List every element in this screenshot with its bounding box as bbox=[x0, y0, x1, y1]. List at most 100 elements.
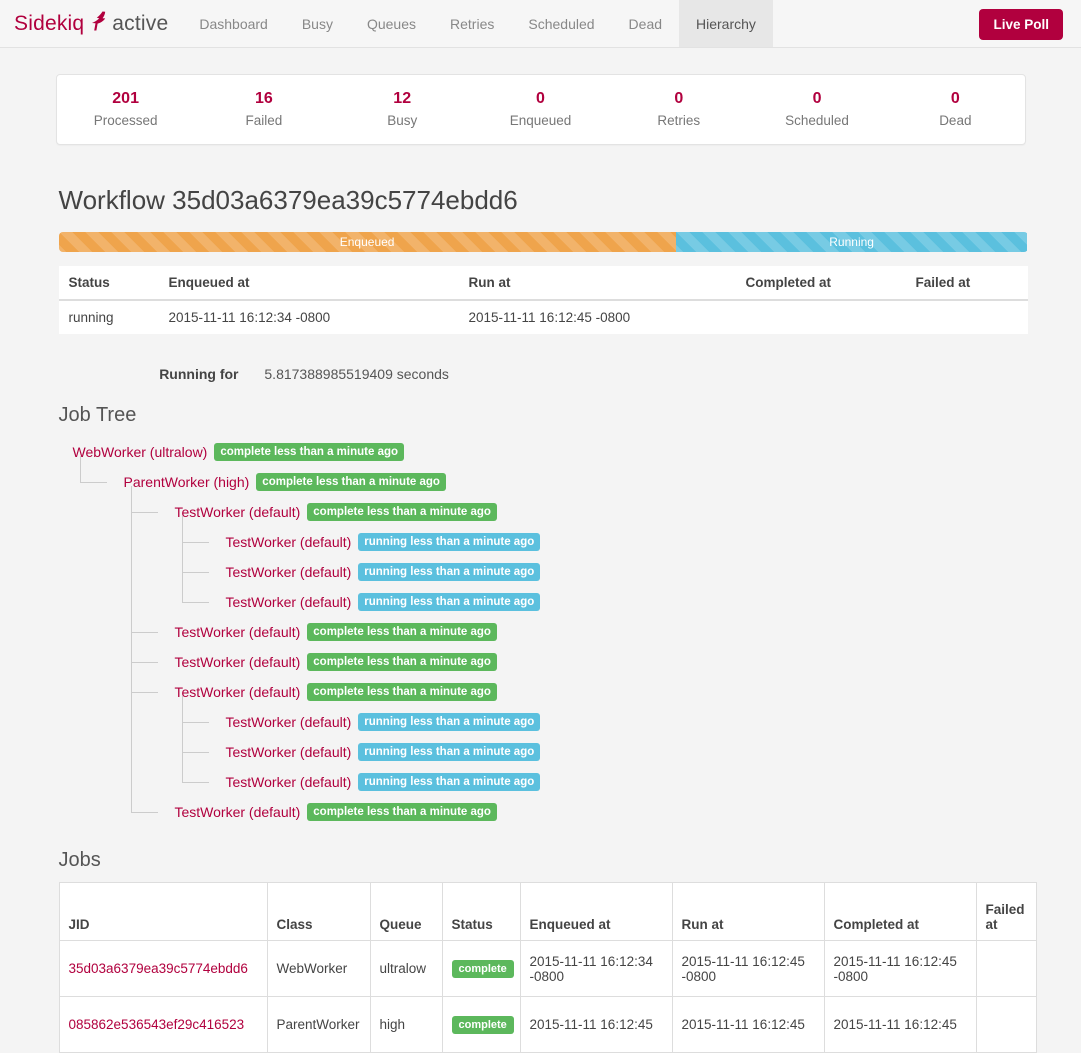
stat-busy[interactable]: 12 Busy bbox=[333, 89, 471, 128]
brand-logo[interactable]: Sidekiq active bbox=[0, 0, 182, 47]
workflow-progress-bar: Enqueued Running bbox=[58, 232, 1028, 252]
progress-segment-running: Running bbox=[675, 232, 1028, 252]
job-tree-node-link[interactable]: TestWorker (default) bbox=[226, 714, 352, 730]
job-tree-status-badge: complete less than a minute ago bbox=[307, 503, 497, 521]
nav-item-dashboard[interactable]: Dashboard bbox=[182, 0, 285, 47]
workflow-status-table: Status Enqueued at Run at Completed at F… bbox=[58, 266, 1028, 334]
cell-jid: 085862e536543ef29c416523 bbox=[58, 996, 268, 1053]
job-tree-status-badge: complete less than a minute ago bbox=[307, 653, 497, 671]
job-tree-node-link[interactable]: WebWorker (ultralow) bbox=[73, 444, 208, 460]
jobs-heading: Jobs bbox=[58, 849, 101, 871]
brand-active-text: active bbox=[112, 11, 169, 35]
cell-class: WebWorker bbox=[266, 940, 371, 997]
job-tree-node-link[interactable]: ParentWorker (high) bbox=[124, 474, 250, 490]
stat-scheduled[interactable]: 0 Scheduled bbox=[748, 89, 886, 128]
job-tree: WebWorker (ultralow) complete less than a… bbox=[59, 437, 1026, 827]
stat-label: Dead bbox=[939, 113, 972, 128]
stat-value: 0 bbox=[674, 90, 684, 107]
top-navbar: Sidekiq active Dashboard Busy Queues Ret… bbox=[0, 0, 1081, 48]
stat-value: 0 bbox=[950, 90, 960, 107]
job-tree-status-badge: running less than a minute ago bbox=[358, 533, 541, 551]
job-tree-node-link[interactable]: TestWorker (default) bbox=[175, 654, 301, 670]
job-tree-status-badge: running less than a minute ago bbox=[358, 563, 541, 581]
tree-connector-horizontal bbox=[130, 662, 158, 663]
stat-label: Enqueued bbox=[509, 113, 572, 128]
col-queue: Queue bbox=[369, 882, 443, 941]
page-body: 201 Processed 16 Failed 12 Busy 0 Enqueu… bbox=[0, 48, 1081, 1053]
job-tree-status-badge: running less than a minute ago bbox=[358, 713, 541, 731]
jid-link[interactable]: 35d03a6379ea39c5774ebdd6 bbox=[69, 961, 248, 976]
jobs-table: JID Class Queue Status Enqueued at Run a… bbox=[58, 882, 1037, 1053]
cell-completed-at: 2015-11-11 16:12:45 bbox=[823, 996, 977, 1053]
nav-item-dead[interactable]: Dead bbox=[612, 0, 679, 47]
job-tree-node: WebWorker (ultralow) complete less than a… bbox=[59, 437, 1026, 467]
nav-item-queues[interactable]: Queues bbox=[350, 0, 433, 47]
job-tree-node-link[interactable]: TestWorker (default) bbox=[175, 684, 301, 700]
cell-queue: high bbox=[369, 996, 443, 1053]
stat-dead[interactable]: 0 Dead bbox=[886, 89, 1024, 128]
stat-value: 0 bbox=[812, 90, 822, 107]
stat-failed[interactable]: 16 Failed bbox=[195, 89, 333, 128]
cell-enqueued-at: 2015-11-11 16:12:34 -0800 bbox=[519, 940, 673, 997]
cell-completed-at: 2015-11-11 16:12:45 -0800 bbox=[823, 940, 977, 997]
tree-connector-horizontal bbox=[130, 692, 158, 693]
page-title: Workflow 35d03a6379ea39c5774ebdd6 bbox=[58, 185, 518, 215]
stat-retries[interactable]: 0 Retries bbox=[610, 89, 748, 128]
job-tree-status-badge: complete less than a minute ago bbox=[307, 623, 497, 641]
col-run-at: Run at bbox=[671, 882, 825, 941]
nav-item-busy[interactable]: Busy bbox=[285, 0, 350, 47]
col-run-at: Run at bbox=[458, 266, 736, 301]
job-tree-node-link[interactable]: TestWorker (default) bbox=[226, 594, 352, 610]
job-tree-node-link[interactable]: TestWorker (default) bbox=[175, 504, 301, 520]
cell-queue: ultralow bbox=[369, 940, 443, 997]
job-tree-node-link[interactable]: TestWorker (default) bbox=[226, 744, 352, 760]
tree-connector-vertical bbox=[181, 696, 183, 782]
job-tree-status-badge: complete less than a minute ago bbox=[307, 683, 497, 701]
stat-label: Busy bbox=[387, 113, 418, 128]
col-status: Status bbox=[441, 882, 521, 941]
brand-sidekiq-text: Sidekiq bbox=[14, 11, 85, 35]
job-tree-node-link[interactable]: TestWorker (default) bbox=[226, 774, 352, 790]
jid-link[interactable]: 085862e536543ef29c416523 bbox=[69, 1017, 245, 1032]
cell-enqueued-at: 2015-11-11 16:12:34 -0800 bbox=[158, 299, 459, 334]
tree-connector-horizontal bbox=[181, 572, 209, 573]
tree-connector-horizontal bbox=[130, 632, 158, 633]
content-container: 201 Processed 16 Failed 12 Busy 0 Enqueu… bbox=[55, 48, 1037, 1053]
nav-item-hierarchy[interactable]: Hierarchy bbox=[679, 0, 773, 47]
job-tree-node: TestWorker (default) complete less than a… bbox=[59, 647, 1026, 677]
tree-connector-vertical bbox=[181, 516, 183, 602]
table-row: 085862e536543ef29c416523 ParentWorker high… bbox=[58, 996, 1037, 1053]
nav-item-scheduled[interactable]: Scheduled bbox=[511, 0, 611, 47]
job-tree-node: ParentWorker (high) complete less than a … bbox=[59, 467, 1026, 497]
tree-connector-horizontal bbox=[181, 542, 209, 543]
job-tree-node-link[interactable]: TestWorker (default) bbox=[226, 534, 352, 550]
nav-item-retries[interactable]: Retries bbox=[433, 0, 511, 47]
job-tree-node-link[interactable]: TestWorker (default) bbox=[175, 804, 301, 820]
stat-enqueued[interactable]: 0 Enqueued bbox=[471, 89, 609, 128]
stat-processed[interactable]: 201 Processed bbox=[57, 89, 195, 128]
stat-label: Processed bbox=[93, 113, 158, 128]
running-for-value: 5.817388985519409 seconds bbox=[264, 366, 449, 382]
job-tree-heading: Job Tree bbox=[58, 404, 137, 426]
col-failed-at: Failed at bbox=[975, 882, 1037, 941]
col-status: Status bbox=[58, 266, 159, 301]
job-tree-node: TestWorker (default) complete less than a… bbox=[59, 617, 1026, 647]
table-row: running 2015-11-11 16:12:34 -0800 2015-1… bbox=[58, 299, 1028, 334]
cell-status: running bbox=[58, 299, 159, 334]
running-for-label: Running for bbox=[159, 366, 239, 382]
tree-connector-horizontal bbox=[130, 512, 158, 513]
col-completed-at: Completed at bbox=[735, 266, 906, 301]
job-tree-status-badge: running less than a minute ago bbox=[358, 593, 541, 611]
col-failed-at: Failed at bbox=[905, 266, 1028, 301]
tree-connector-horizontal bbox=[181, 722, 209, 723]
job-tree-node-link[interactable]: TestWorker (default) bbox=[226, 564, 352, 580]
status-badge: complete bbox=[451, 1015, 514, 1034]
job-tree-node-link[interactable]: TestWorker (default) bbox=[175, 624, 301, 640]
tree-connector-horizontal bbox=[181, 752, 209, 753]
stat-label: Failed bbox=[245, 113, 283, 128]
live-poll-button[interactable]: Live Poll bbox=[979, 9, 1063, 40]
running-for-row: Running for 5.817388985519409 seconds bbox=[59, 366, 1026, 382]
job-tree-status-badge: complete less than a minute ago bbox=[307, 803, 497, 821]
stat-value: 201 bbox=[112, 90, 139, 107]
tree-connector-horizontal bbox=[181, 782, 209, 783]
